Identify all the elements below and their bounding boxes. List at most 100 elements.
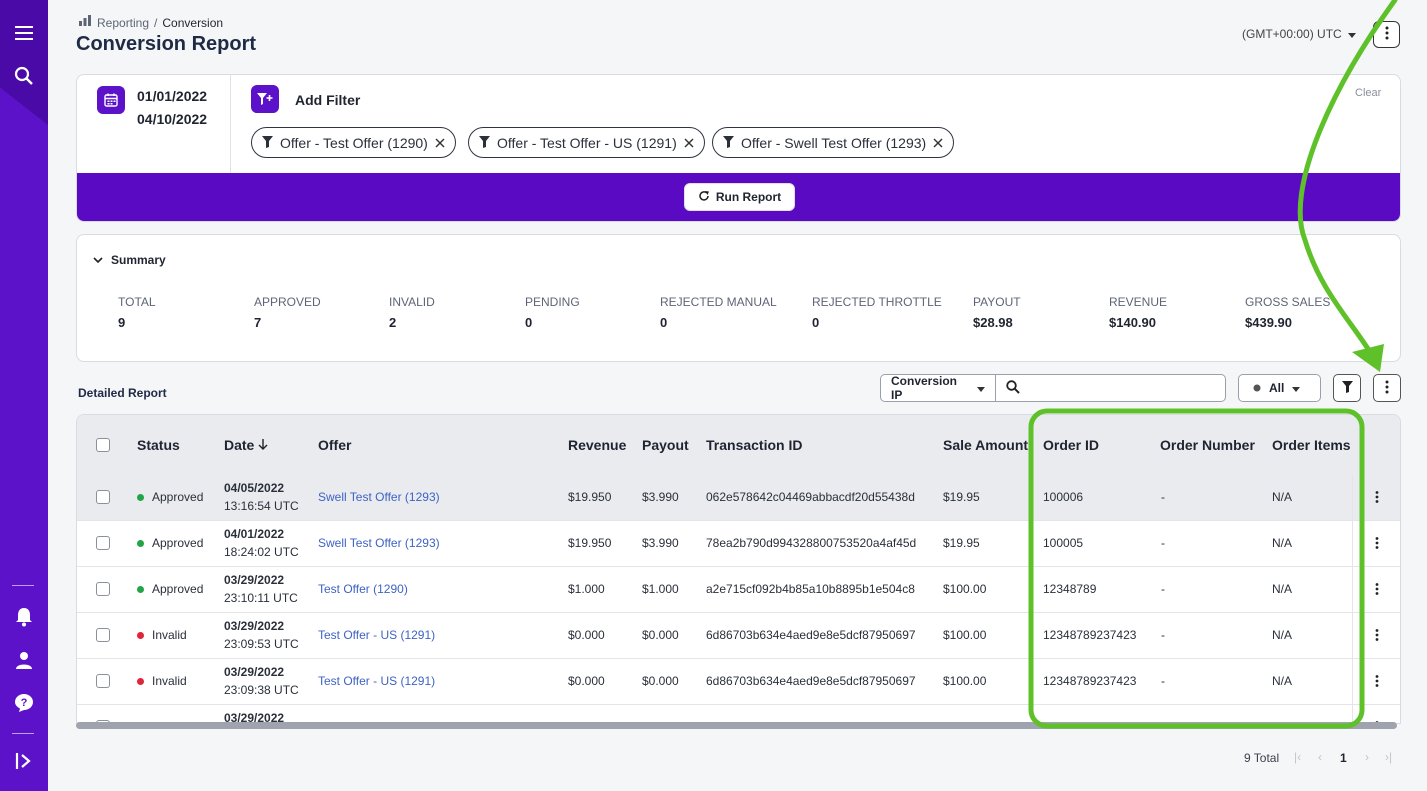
column-status[interactable]: Status [137, 437, 180, 453]
summary-toggle[interactable]: Summary [93, 253, 166, 267]
metric-rejected-manual: REJECTED MANUAL 0 [660, 295, 777, 330]
previous-page-icon[interactable]: ‹ [1318, 750, 1322, 764]
row-order-id: 12348789237423 [1043, 674, 1137, 688]
offer-link[interactable]: Test Offer (1290) [318, 582, 408, 596]
table-row[interactable]: Invalid 03/29/2022 23:09:38 UTC Test Offer … [77, 659, 1400, 705]
horizontal-scrollbar[interactable] [76, 722, 1397, 729]
run-report-label: Run Report [715, 190, 782, 204]
column-date[interactable]: Date [224, 437, 268, 453]
table-options-button[interactable] [1373, 374, 1401, 402]
table-row[interactable]: Approved 04/01/2022 18:24:02 UTC Swell Test… [77, 521, 1400, 567]
status-text: Approved [152, 536, 204, 550]
close-icon[interactable] [435, 138, 445, 148]
row-payout: $3.990 [642, 490, 679, 504]
timezone-select[interactable]: (GMT+00:00) UTC [1242, 27, 1356, 41]
row-checkbox[interactable] [96, 628, 110, 642]
filter-chip[interactable]: Offer - Test Offer - US (1291) [468, 127, 705, 158]
metric-rejected-throttle: REJECTED THROTTLE 0 [812, 295, 942, 330]
add-filter-button[interactable]: Add Filter [295, 92, 360, 108]
row-time: 23:09:38 UTC [224, 683, 299, 697]
calendar-icon [97, 86, 125, 114]
row-payout: $0.000 [642, 674, 679, 688]
run-report-button[interactable]: Run Report [684, 183, 795, 211]
refresh-icon [698, 190, 710, 205]
select-all-checkbox[interactable] [96, 438, 110, 452]
column-revenue[interactable]: Revenue [568, 437, 626, 453]
metric-label: TOTAL [118, 295, 156, 309]
row-checkbox[interactable] [96, 490, 110, 504]
row-sale-amount: $100.00 [943, 674, 987, 688]
row-revenue: $0.000 [568, 628, 605, 642]
help-icon[interactable]: ? [12, 691, 36, 715]
sidebar-divider-bottom [12, 733, 34, 734]
next-page-icon[interactable]: › [1365, 750, 1369, 764]
last-page-icon[interactable]: ›| [1385, 750, 1392, 764]
row-transaction-id: 78ea2b790d994328800753520a4af45d [706, 536, 917, 550]
row-order-number: - [1161, 490, 1165, 504]
breadcrumb-root[interactable]: Reporting [97, 16, 149, 30]
first-page-icon[interactable]: |‹ [1294, 750, 1301, 764]
column-transaction-id[interactable]: Transaction ID [706, 437, 802, 453]
column-date-label: Date [224, 437, 255, 453]
chevron-down-icon [93, 253, 103, 267]
row-actions-kebab-icon[interactable] [1369, 625, 1385, 645]
offer-link[interactable]: Test Offer - US (1291) [318, 674, 435, 688]
row-transaction-id: 062e578642c04469abbacdf20d55438d [706, 490, 915, 504]
expand-sidebar-icon[interactable] [12, 749, 36, 773]
row-actions-kebab-icon[interactable] [1369, 671, 1385, 691]
status-text: Invalid [152, 674, 187, 688]
date-range-picker[interactable]: 01/01/2022 04/10/2022 [77, 75, 231, 173]
bell-icon[interactable] [12, 605, 36, 629]
close-icon[interactable] [933, 138, 943, 148]
search-field-select[interactable]: Conversion IP [880, 374, 996, 402]
filter-chip-label: Offer - Swell Test Offer (1293) [741, 134, 927, 151]
row-date: 04/01/2022 [224, 527, 285, 541]
search-box [995, 374, 1226, 402]
search-icon[interactable] [12, 64, 36, 88]
search-input[interactable] [1028, 381, 1218, 395]
column-order-id[interactable]: Order ID [1043, 437, 1099, 453]
filter-chip[interactable]: Offer - Test Offer (1290) [251, 127, 456, 158]
row-order-number: - [1161, 674, 1165, 688]
status-filter-select[interactable]: All [1238, 374, 1321, 402]
column-sale-amount[interactable]: Sale Amount [943, 437, 1028, 453]
table-header: Status Date Offer Revenue Payout Transac… [77, 415, 1400, 475]
metric-value: $28.98 [973, 315, 1013, 330]
column-order-number[interactable]: Order Number [1160, 437, 1255, 453]
table-row[interactable]: Invalid 03/29/2022 23:09:53 UTC Test Offer … [77, 613, 1400, 659]
row-checkbox[interactable] [96, 674, 110, 688]
status-dot-icon [137, 632, 144, 639]
metric-label: APPROVED [254, 295, 321, 309]
filter-plus-icon[interactable] [251, 85, 279, 113]
row-date: 03/29/2022 [224, 619, 285, 633]
column-payout[interactable]: Payout [642, 437, 689, 453]
table-row[interactable]: Approved 04/05/2022 13:16:54 UTC Swell Test… [77, 475, 1400, 521]
row-payout: $0.000 [642, 628, 679, 642]
user-icon[interactable] [12, 648, 36, 672]
column-order-items[interactable]: Order Items [1272, 437, 1351, 453]
row-sale-amount: $19.95 [943, 536, 980, 550]
metric-pending: PENDING 0 [525, 295, 580, 330]
menu-icon[interactable] [12, 21, 36, 45]
filter-icon [723, 135, 734, 151]
page-number[interactable]: 1 [1340, 751, 1347, 765]
offer-link[interactable]: Swell Test Offer (1293) [318, 536, 440, 550]
clear-filters-link[interactable]: Clear [1355, 87, 1381, 99]
row-checkbox[interactable] [96, 536, 110, 550]
kebab-icon [1385, 380, 1389, 397]
row-actions-kebab-icon[interactable] [1369, 579, 1385, 599]
row-checkbox[interactable] [96, 582, 110, 596]
row-actions-kebab-icon[interactable] [1369, 487, 1385, 507]
offer-link[interactable]: Test Offer - US (1291) [318, 628, 435, 642]
row-sale-amount: $19.95 [943, 490, 980, 504]
status-text: Approved [152, 582, 204, 596]
table-filter-button[interactable] [1333, 374, 1361, 402]
row-actions-kebab-icon[interactable] [1369, 533, 1385, 553]
page-options-button[interactable] [1373, 21, 1400, 48]
filter-chip[interactable]: Offer - Swell Test Offer (1293) [712, 127, 955, 158]
metric-value: $439.90 [1245, 315, 1292, 330]
close-icon[interactable] [684, 138, 694, 148]
table-row[interactable]: Approved 03/29/2022 23:10:11 UTC Test Offer… [77, 567, 1400, 613]
offer-link[interactable]: Swell Test Offer (1293) [318, 490, 440, 504]
column-offer[interactable]: Offer [318, 437, 351, 453]
